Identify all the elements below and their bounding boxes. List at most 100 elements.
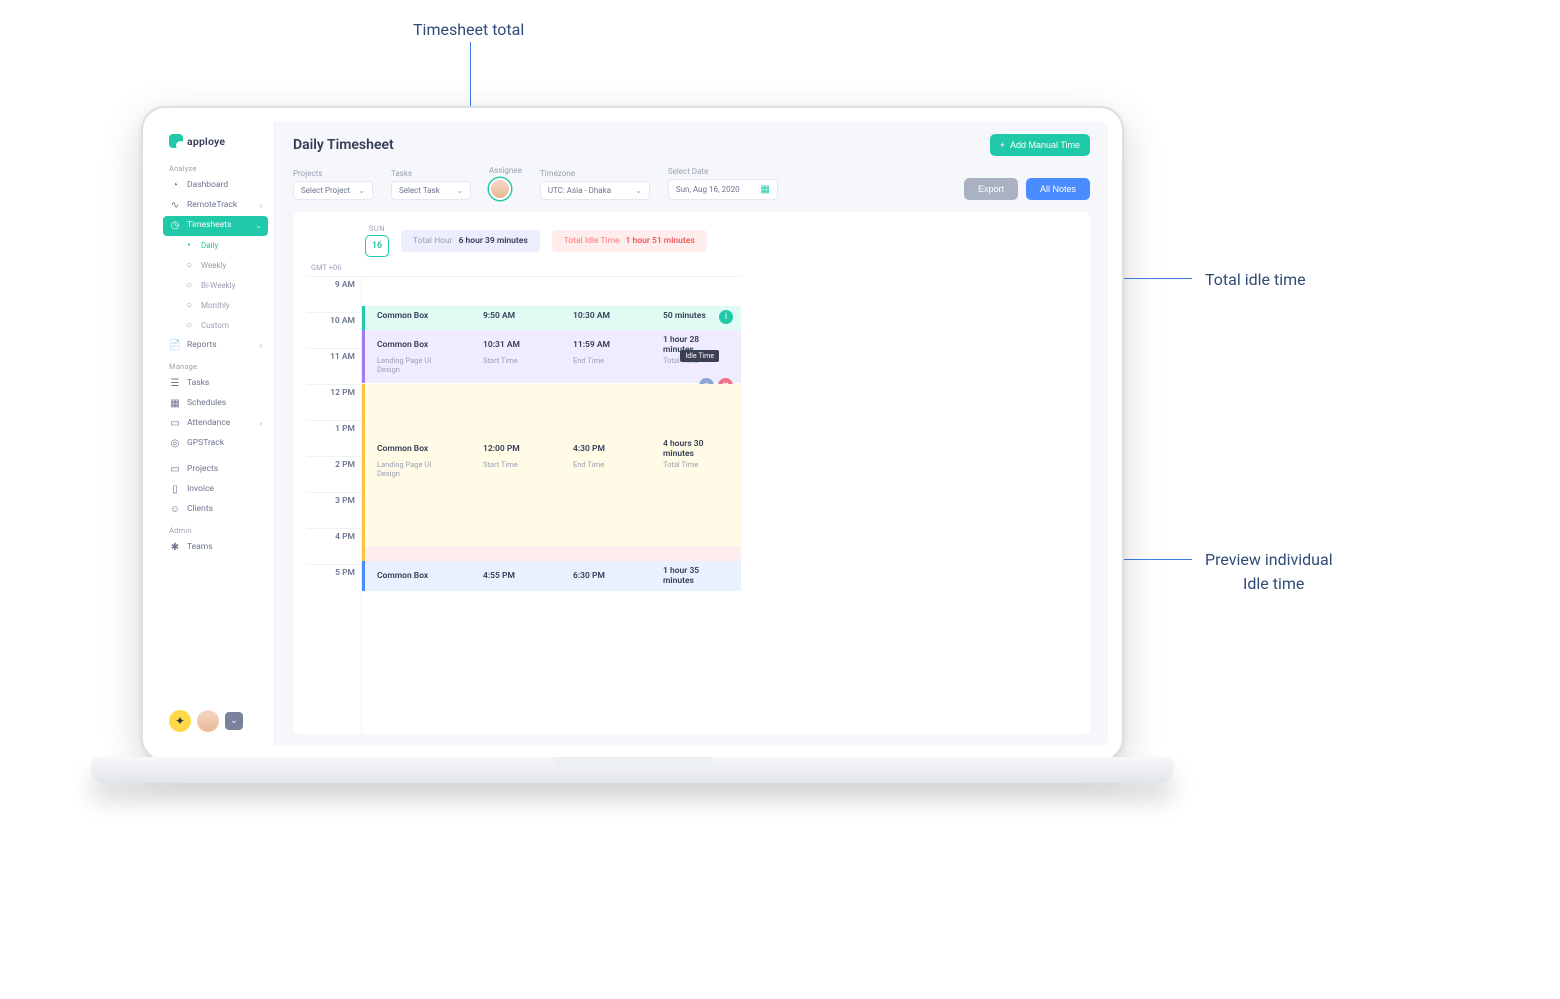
entry-total-label: Total Time	[663, 460, 719, 478]
sidebar-item-label: Reports	[187, 340, 217, 352]
gauge-icon: ◔	[169, 179, 181, 193]
entry-start: 9:50 AM	[483, 311, 539, 321]
entry-start: 12:00 PM	[483, 444, 539, 454]
all-notes-button[interactable]: All Notes	[1026, 178, 1090, 200]
dot-icon: ○	[183, 259, 195, 273]
filter-assignee: Assignee	[489, 166, 522, 200]
time-entry[interactable]: Common Box 10:31 AM 11:59 AM 1 hour 28 m…	[362, 330, 741, 383]
time-entry[interactable]: Common Box 4:55 PM 6:30 PM 1 hour 35 min…	[362, 561, 741, 591]
entry-start-label: Start Time	[483, 460, 539, 478]
logo[interactable]: apploye	[163, 130, 268, 158]
filter-date: Select Date Sun, Aug 16, 2020 ▦	[668, 167, 778, 200]
gridline	[362, 276, 741, 277]
tasks-select[interactable]: Select Task ⌄	[391, 181, 471, 200]
sidebar-item-schedules[interactable]: ▦ Schedules	[163, 394, 268, 414]
date-value: Sun, Aug 16, 2020	[676, 185, 740, 194]
timezone-select[interactable]: UTC: Asia - Dhaka ⌄	[540, 181, 650, 200]
entry-end: 4:30 PM	[573, 444, 629, 454]
sidebar-item-label: Timesheets	[187, 220, 231, 232]
chevron-down-icon: ⌄	[255, 220, 262, 231]
sidebar-sub-biweekly[interactable]: ○ Bi-Weekly	[163, 276, 268, 296]
entry-duration: 4 hours 30 minutes	[663, 439, 719, 459]
topbar: Daily Timesheet + Add Manual Time	[293, 134, 1090, 156]
add-manual-time-button[interactable]: + Add Manual Time	[990, 134, 1090, 156]
sidebar-sub-custom[interactable]: ○ Custom	[163, 316, 268, 336]
sidebar-item-label: Invoice	[187, 484, 214, 496]
entry-end-label: End Time	[573, 460, 629, 478]
section-analyze: Analyze	[163, 158, 268, 176]
receipt-icon: ▯	[169, 483, 181, 497]
sidebar-item-clients[interactable]: ☺ Clients	[163, 500, 268, 520]
sidebar-item-attendance[interactable]: ▭ Attendance ›	[163, 414, 268, 434]
sidebar-item-label: Dashboard	[187, 180, 228, 192]
sidebar-item-invoice[interactable]: ▯ Invoice	[163, 480, 268, 500]
panel-head: SUN 16 Total Hour 6 hour 39 minutes Tota…	[307, 224, 1076, 257]
projects-select[interactable]: Select Project ⌄	[293, 181, 373, 200]
list-icon: ☰	[169, 377, 181, 391]
filter-label: Tasks	[391, 169, 471, 178]
avatar[interactable]	[197, 710, 219, 732]
time-label: 4 PM	[307, 528, 361, 564]
sidebar-item-reports[interactable]: 📄 Reports ›	[163, 336, 268, 356]
entry-sub: Landing Page UI Design	[377, 356, 449, 374]
sidebar-item-label: Weekly	[201, 260, 226, 271]
chevron-right-icon: ›	[260, 200, 262, 211]
annotation-preview-2: Idle time	[1243, 574, 1304, 593]
export-button[interactable]: Export	[964, 178, 1018, 200]
assignee-avatar[interactable]	[489, 178, 511, 200]
entry-name: Common Box	[377, 311, 449, 321]
filter-projects: Projects Select Project ⌄	[293, 169, 373, 200]
sidebar-item-tasks[interactable]: ☰ Tasks	[163, 374, 268, 394]
sidebar-item-label: Attendance	[187, 418, 230, 430]
premium-badge-icon[interactable]: ✦	[169, 710, 191, 732]
sidebar-sub-daily[interactable]: • Daily	[163, 236, 268, 256]
sidebar-item-label: RemoteTrack	[187, 200, 237, 212]
entry-sub: Landing Page UI Design	[377, 460, 449, 478]
time-label: 5 PM	[307, 564, 361, 600]
sidebar-sub-weekly[interactable]: ○ Weekly	[163, 256, 268, 276]
sidebar-item-label: Daily	[201, 240, 218, 251]
time-label: 12 PM	[307, 384, 361, 420]
entry-name: Common Box	[377, 444, 449, 454]
annotation-idle: Total idle time	[1205, 270, 1306, 289]
entry-end: 6:30 PM	[573, 571, 629, 581]
sidebar-item-timesheets[interactable]: ◷ Timesheets ⌄	[163, 216, 268, 236]
dot-icon: •	[183, 239, 195, 253]
entry-duration: 1 hour 35 minutes	[663, 566, 719, 586]
select-value: Select Project	[301, 186, 350, 195]
sidebar-item-gpstrack[interactable]: ◎ GPSTrack	[163, 434, 268, 454]
sidebar-menu-button[interactable]: ⌄	[225, 712, 243, 730]
pin-icon: ◎	[169, 437, 181, 451]
sidebar-item-label: Teams	[187, 542, 213, 554]
pill-label: Total Hour	[413, 236, 453, 246]
sidebar-item-projects[interactable]: ▭ Projects	[163, 460, 268, 480]
time-entry[interactable]: Common Box 9:50 AM 10:30 AM 50 minutes i	[362, 306, 741, 330]
filter-timezone: Timezone UTC: Asia - Dhaka ⌄	[540, 169, 650, 200]
entry-end: 10:30 AM	[573, 311, 629, 321]
filter-label: Select Date	[668, 167, 778, 176]
pill-label: Total Idle Time	[564, 236, 620, 246]
main-content: Daily Timesheet + Add Manual Time Projec…	[275, 122, 1108, 746]
sidebar-sub-monthly[interactable]: ○ Monthly	[163, 296, 268, 316]
total-idle-pill: Total Idle Time 1 hour 51 minutes	[552, 230, 707, 252]
document-icon: 📄	[169, 339, 181, 353]
select-value: Select Task	[399, 186, 440, 195]
time-entry[interactable]: Common Box 12:00 PM 4:30 PM 4 hours 30 m…	[362, 384, 741, 546]
sidebar-item-remotetrack[interactable]: ∿ RemoteTrack ›	[163, 196, 268, 216]
sidebar-item-dashboard[interactable]: ◔ Dashboard	[163, 176, 268, 196]
filter-tasks: Tasks Select Task ⌄	[391, 169, 471, 200]
time-label: 10 AM	[307, 312, 361, 348]
sidebar-item-teams[interactable]: ✱ Teams	[163, 538, 268, 558]
date-picker[interactable]: Sun, Aug 16, 2020 ▦	[668, 179, 778, 200]
laptop-frame: apploye Analyze ◔ Dashboard ∿ RemoteTrac…	[141, 106, 1124, 762]
sidebar-item-label: Projects	[187, 464, 218, 476]
info-icon[interactable]: i	[719, 310, 733, 324]
sidebar-item-label: GPSTrack	[187, 438, 224, 450]
time-label: 2 PM	[307, 456, 361, 492]
entry-end: 11:59 AM	[573, 340, 629, 350]
chevron-right-icon: ›	[260, 418, 262, 429]
user-icon: ☺	[169, 503, 181, 517]
chevron-down-icon: ⌄	[358, 186, 365, 195]
time-label: 9 AM	[307, 276, 361, 312]
filter-label: Timezone	[540, 169, 650, 178]
